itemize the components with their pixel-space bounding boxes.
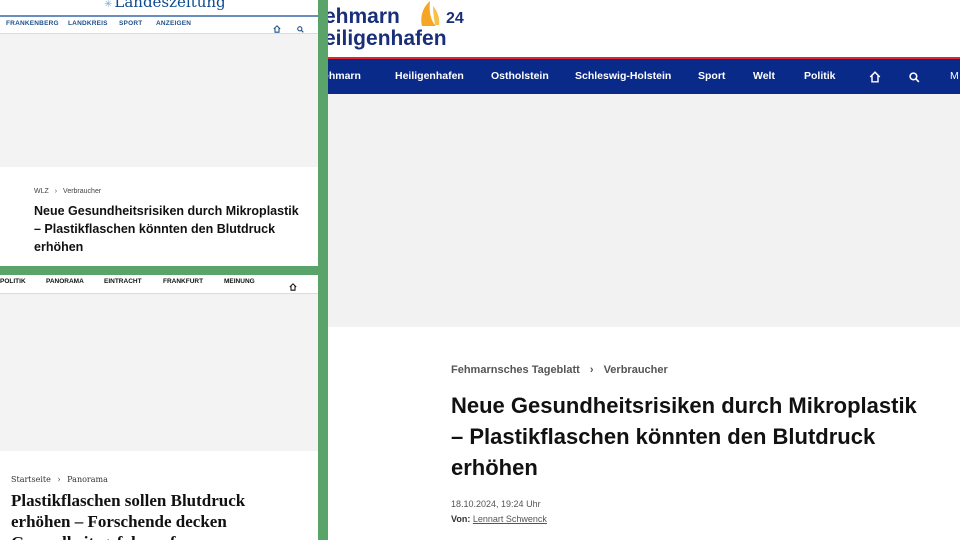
breadcrumb: Startseite › Panorama [11,475,108,484]
author-label: Von: [451,514,471,524]
main-nav: ehmarn Heiligenhafen Ostholstein Schlesw… [328,59,960,94]
nav-item-welt[interactable]: Welt [753,70,775,82]
breadcrumb-item[interactable]: Startseite [11,475,51,484]
chevron-right-icon: › [589,364,594,376]
logo-text: Landeszeitung [114,0,226,11]
window-divider-vertical[interactable] [318,0,328,540]
nav-item-anzeigen[interactable]: ANZEIGEN [156,20,191,27]
browser-panel-wlz: ✳ Landeszeitung FRANKENBERG LANDKREIS SPO… [0,0,318,266]
nav-item-fehmarn[interactable]: ehmarn [328,70,361,82]
article-date: 18.10.2024, 19:24 Uhr [451,499,541,509]
nav-item-politik[interactable]: POLITIK [0,278,26,285]
article-headline: Neue Gesundheitsrisiken durch Mikroplast… [34,204,299,254]
window-divider-horizontal[interactable] [0,266,318,275]
site-logo-line-2[interactable]: eiligenhafen [328,27,447,51]
nav-item-more[interactable]: M [950,70,959,82]
article-headline: Neue Gesundheitsrisiken durch Mikroplast… [451,393,917,480]
nav-item-eintracht[interactable]: EINTRACHT [104,278,142,285]
breadcrumb-item[interactable]: WLZ [34,188,49,195]
image-placeholder [0,34,318,167]
nav-item-politik[interactable]: Politik [804,70,836,82]
browser-panel-fehmarn24: ehmarn 24 eiligenhafen ehmarn Heiligenha… [328,0,960,540]
chevron-right-icon: › [54,188,58,195]
nav-item-heiligenhafen[interactable]: Heiligenhafen [395,70,464,82]
nav-item-ostholstein[interactable]: Ostholstein [491,70,549,82]
header-divider [0,15,318,17]
nav-item-sport[interactable]: Sport [698,70,725,82]
article-headline: Plastikflaschen sollen Blutdruck erhöhen… [11,491,246,540]
nav-item-frankfurt[interactable]: FRANKFURT [163,278,203,285]
site-logo-number: 24 [446,10,464,27]
nav-item-frankenberg[interactable]: FRANKENBERG [6,20,59,27]
image-placeholder [0,294,318,451]
browser-panel-fr: POLITIK PANORAMA EINTRACHT FRANKFURT MEI… [0,275,318,540]
nav-item-meinung[interactable]: MEINUNG [224,278,255,285]
author-link[interactable]: Lennart Schwenck [473,514,547,524]
article-byline: Von: Lennart Schwenck [451,514,547,524]
nav-item-landkreis[interactable]: LANDKREIS [68,20,108,27]
breadcrumb: WLZ › Verbraucher [34,188,101,195]
site-logo[interactable]: ✳ Landeszeitung [104,0,226,11]
site-logo-line-1[interactable]: ehmarn [328,5,400,29]
breadcrumb-item[interactable]: Verbraucher [604,364,668,376]
breadcrumb-item[interactable]: Panorama [67,475,108,484]
logo-star-icon: ✳ [104,0,113,10]
breadcrumb: Fehmarnsches Tageblatt › Verbraucher [451,364,668,376]
home-icon[interactable] [869,70,881,88]
chevron-right-icon: › [57,475,61,484]
search-icon[interactable] [909,70,920,88]
breadcrumb-item[interactable]: Fehmarnsches Tageblatt [451,364,580,376]
breadcrumb-item[interactable]: Verbraucher [63,188,101,195]
nav-item-schleswig-holstein[interactable]: Schleswig-Holstein [575,70,671,82]
image-placeholder [328,94,960,327]
nav-item-panorama[interactable]: PANORAMA [46,278,84,285]
nav-item-sport[interactable]: SPORT [119,20,142,27]
